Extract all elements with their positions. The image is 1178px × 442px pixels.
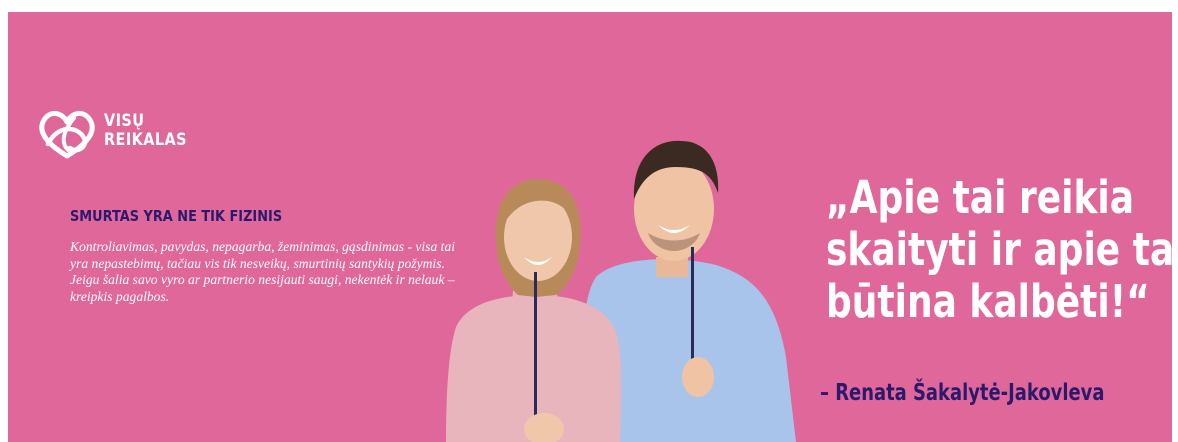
brand-name-line2: REIKALAS bbox=[104, 130, 187, 150]
quote-author: – Renata Šakalytė-Jakovleva bbox=[820, 380, 1105, 406]
brand-name: VISŲ REIKALAS bbox=[104, 112, 187, 150]
quote-line2: skaityti ir apie tai bbox=[826, 223, 1172, 276]
couple-photo bbox=[446, 140, 796, 442]
body-text: Kontroliavimas, pavydas, nepagarba, žemi… bbox=[70, 239, 456, 304]
quote-line3: būtina kalbėti!“ bbox=[826, 275, 1150, 328]
brand-name-line1: VISŲ bbox=[104, 111, 145, 131]
quote: „Apie tai reikia skaityti ir apie tai bū… bbox=[826, 172, 1172, 328]
heart-knot-icon bbox=[39, 111, 95, 159]
campaign-banner: VISŲ REIKALAS SMURTAS YRA NE TIK FIZINIS… bbox=[8, 12, 1172, 442]
quote-line1: „Apie tai reikia bbox=[826, 171, 1135, 224]
brand-logo: VISŲ REIKALAS bbox=[34, 104, 194, 174]
headline: SMURTAS YRA NE TIK FIZINIS bbox=[70, 207, 283, 225]
